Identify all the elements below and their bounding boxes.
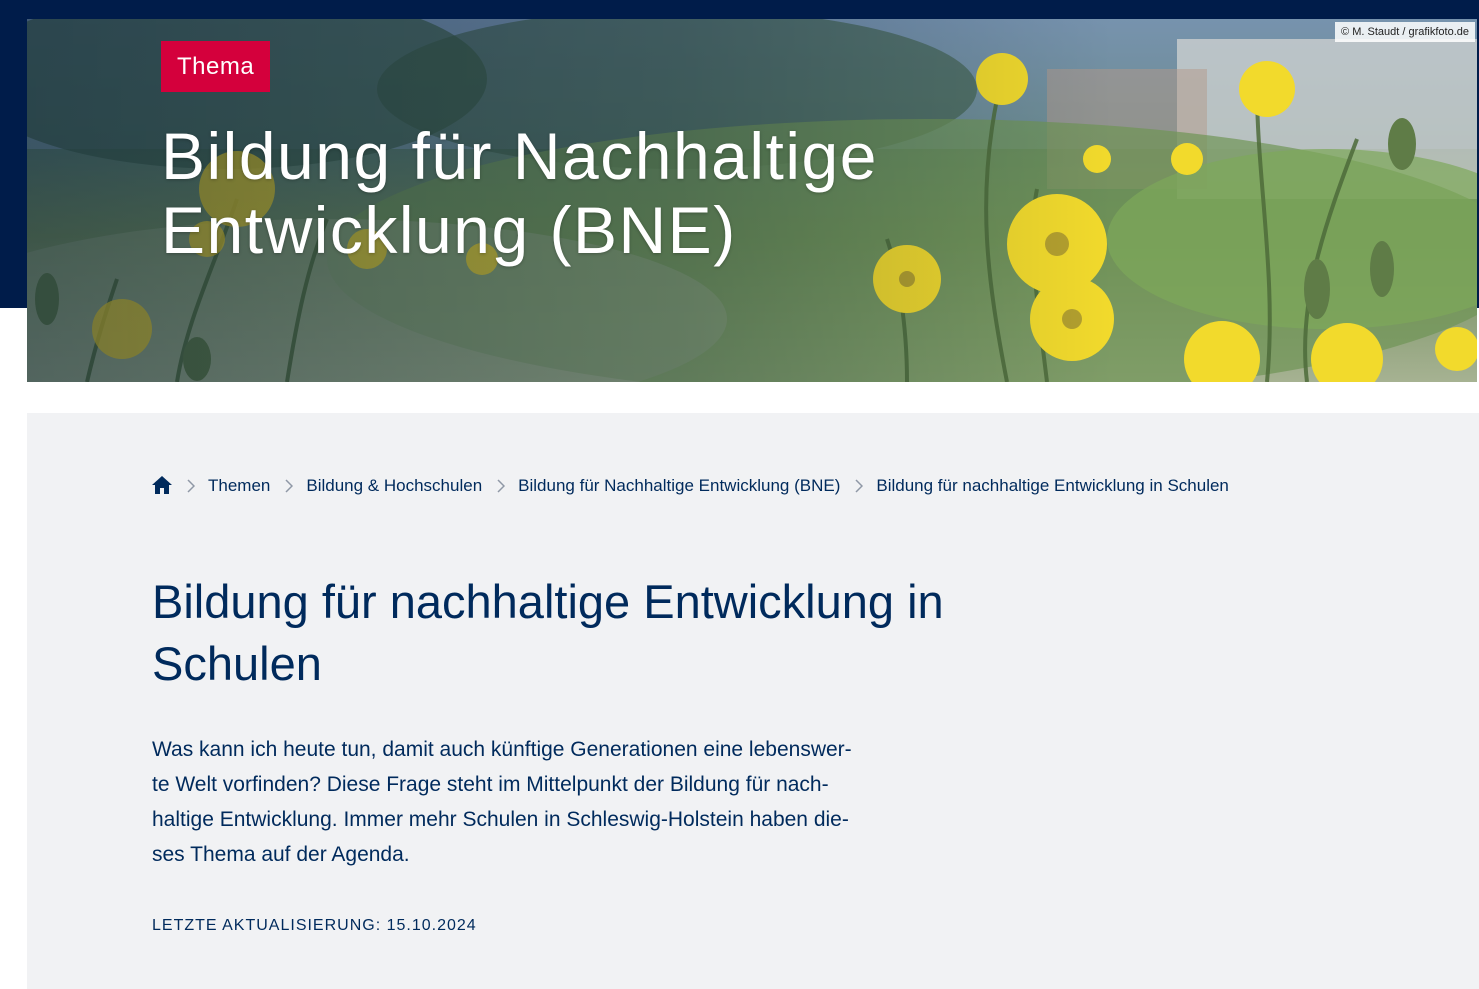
breadcrumb-current: Bildung für nachhaltige Entwicklung in S… xyxy=(876,476,1229,495)
breadcrumb-link-bildung-hochschulen[interactable]: Bildung & Hochschulen xyxy=(306,476,482,496)
chevron-right-icon xyxy=(285,479,294,493)
breadcrumb-link-themen[interactable]: Themen xyxy=(208,476,270,496)
intro-text: Was kann ich heute tun, damit auch künft… xyxy=(152,732,952,872)
page-title: Bildung für nachhaltige Entwicklung in S… xyxy=(152,575,944,690)
main-content: Themen Bildung & Hochschulen Bildung für… xyxy=(27,413,1479,989)
image-credit: © M. Staudt / grafikfoto.de xyxy=(1335,22,1475,42)
chevron-right-icon xyxy=(187,479,195,493)
hero-title: Bildung für Nachhaltige Entwicklung (BNE… xyxy=(161,119,878,267)
breadcrumb: Themen Bildung & Hochschulen Bildung für… xyxy=(152,475,1229,497)
intro-line: haltige Entwicklung. Immer mehr Schulen … xyxy=(152,808,849,831)
topic-badge: Thema xyxy=(161,41,271,92)
intro-line: ses Thema auf der Agenda. xyxy=(152,843,410,866)
chevron-right-icon xyxy=(497,479,506,493)
intro-line: te Welt vorfinden? Diese Frage steht im … xyxy=(152,773,829,796)
intro-line: Was kann ich heute tun, damit auch künft… xyxy=(152,738,852,761)
breadcrumb-link-bne[interactable]: Bildung für Nachhaltige Entwicklung (BNE… xyxy=(518,476,840,496)
home-icon[interactable] xyxy=(152,476,172,496)
last-updated: LETZTE AKTUALISIERUNG: 15.10.2024 xyxy=(152,917,477,934)
hero-banner: © M. Staudt / grafikfoto.de Thema Bildun… xyxy=(27,19,1477,382)
chevron-right-icon xyxy=(855,479,864,493)
